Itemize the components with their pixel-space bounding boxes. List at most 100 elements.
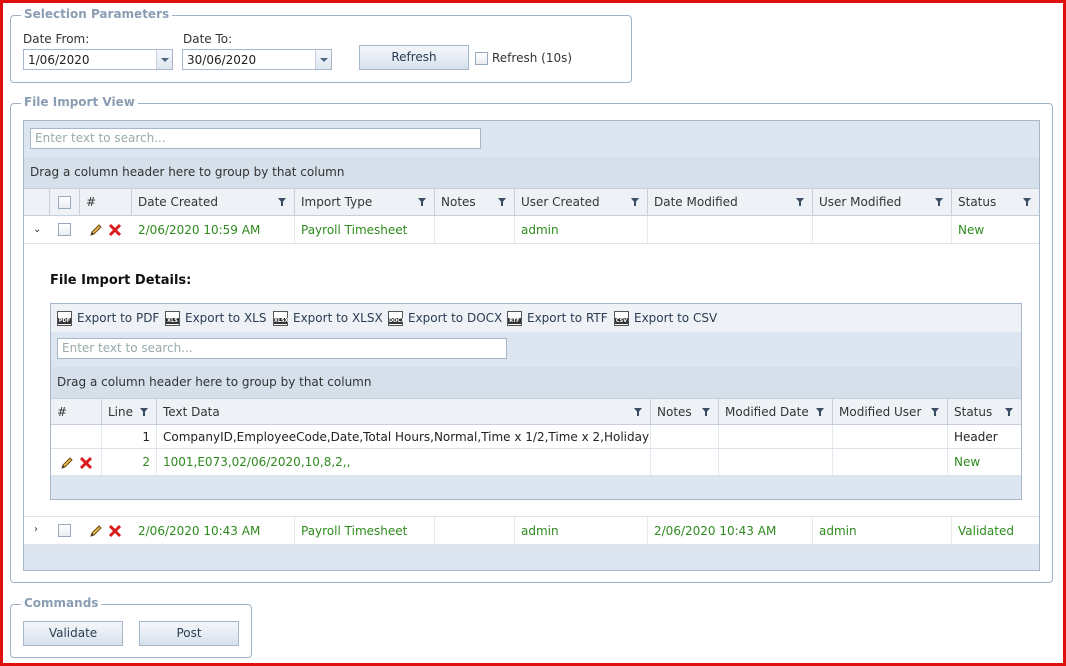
edit-pencil-icon[interactable] (89, 223, 103, 237)
xls-file-icon: XLS (165, 311, 180, 326)
filter-icon[interactable] (1023, 198, 1031, 206)
selection-parameters-legend: Selection Parameters (21, 7, 173, 21)
filter-icon[interactable] (498, 198, 506, 206)
table-row[interactable]: 1 CompanyID,EmployeeCode,Date,Total Hour… (51, 425, 1021, 449)
edit-pencil-icon[interactable] (60, 456, 74, 470)
grid-footer (24, 545, 1039, 570)
validate-button[interactable]: Validate (23, 621, 123, 646)
cell-text-data: 1001,E073,02/06/2020,10,8,2,, (157, 449, 651, 475)
header-notes[interactable]: Notes (651, 399, 719, 424)
select-all-checkbox[interactable] (58, 196, 71, 209)
edit-pencil-icon[interactable] (89, 524, 103, 538)
filter-icon[interactable] (634, 408, 642, 416)
header-text-data-label: Text Data (163, 405, 220, 419)
cell-date-modified (648, 216, 813, 243)
table-row[interactable]: 2 1001,E073,02/06/2020,10,8,2,, New (51, 449, 1021, 476)
header-number[interactable]: # (51, 399, 102, 424)
filter-icon[interactable] (140, 408, 148, 416)
export-pdf-label: Export to PDF (77, 311, 160, 325)
header-expand-cell (24, 189, 50, 215)
cell-line: 2 (102, 449, 157, 475)
xlsx-file-icon: XLSX (273, 311, 289, 326)
details-header: # Line Text Data Notes Modified Date Mod… (51, 398, 1021, 425)
row-checkbox[interactable] (58, 524, 71, 537)
date-to-label: Date To: (183, 32, 233, 46)
delete-x-icon[interactable] (79, 456, 93, 470)
filter-icon[interactable] (1005, 408, 1013, 416)
cell-user-created: admin (515, 517, 648, 544)
header-date-created[interactable]: Date Created (132, 189, 295, 215)
pdf-file-icon: PDF (57, 311, 72, 326)
export-csv-button[interactable]: CSV Export to CSV (614, 304, 717, 332)
filter-icon[interactable] (702, 408, 710, 416)
filter-icon[interactable] (418, 198, 426, 206)
export-xlsx-button[interactable]: XLSX Export to XLSX (273, 304, 383, 332)
date-to-dropdown-icon[interactable] (315, 50, 331, 69)
export-rtf-label: Export to RTF (527, 311, 608, 325)
cell-notes (651, 425, 719, 448)
date-from-value: 1/06/2020 (28, 53, 90, 67)
details-group-hint: Drag a column header here to group by th… (57, 375, 372, 389)
export-pdf-button[interactable]: PDF Export to PDF (57, 304, 159, 332)
export-xls-label: Export to XLS (185, 311, 267, 325)
header-status[interactable]: Status (952, 189, 1039, 215)
export-docx-label: Export to DOCX (408, 311, 503, 325)
date-from-dropdown-icon[interactable] (156, 50, 172, 69)
header-notes-label: Notes (657, 405, 692, 419)
date-to-field[interactable]: 30/06/2020 (182, 49, 332, 70)
header-select-cell (50, 189, 80, 215)
table-row[interactable]: ⌄ 2/06/2020 10:59 AM Payroll Timesheet a… (24, 216, 1039, 244)
cell-date-created: 2/06/2020 10:43 AM (132, 517, 295, 544)
docx-file-icon: DOCX (388, 311, 405, 326)
header-date-modified[interactable]: Date Modified (648, 189, 813, 215)
header-modified-date[interactable]: Modified Date (719, 399, 833, 424)
header-date-created-label: Date Created (138, 195, 218, 209)
cell-status: New (954, 455, 981, 469)
header-user-modified[interactable]: User Modified (813, 189, 952, 215)
details-search-input[interactable]: Enter text to search... (57, 338, 507, 359)
grid-search-input[interactable]: Enter text to search... (30, 128, 481, 149)
export-xls-button[interactable]: XLS Export to XLS (165, 304, 266, 332)
header-status[interactable]: Status (948, 399, 1021, 424)
filter-icon[interactable] (935, 198, 943, 206)
group-panel-hint: Drag a column header here to group by th… (30, 165, 345, 179)
date-from-field[interactable]: 1/06/2020 (23, 49, 173, 70)
detail-row: File Import Details: PDF Export to PDF XL… (24, 244, 1039, 517)
header-modified-date-label: Modified Date (725, 405, 809, 419)
filter-icon[interactable] (931, 408, 939, 416)
cell-notes (435, 216, 515, 243)
delete-x-icon[interactable] (108, 223, 122, 237)
refresh-button[interactable]: Refresh (359, 45, 469, 70)
header-user-created-label: User Created (521, 195, 600, 209)
collapse-chevron-icon[interactable]: ⌄ (33, 216, 41, 244)
cell-modified-user (833, 425, 948, 448)
export-rtf-button[interactable]: RTF Export to RTF (507, 304, 608, 332)
header-line[interactable]: Line (102, 399, 157, 424)
header-user-created[interactable]: User Created (515, 189, 648, 215)
post-button[interactable]: Post (139, 621, 239, 646)
filter-icon[interactable] (796, 198, 804, 206)
filter-icon[interactable] (816, 408, 824, 416)
table-row[interactable]: › 2/06/2020 10:43 AM Payroll Timesheet a… (24, 517, 1039, 545)
file-import-details-title: File Import Details: (50, 273, 192, 288)
cell-text-data: CompanyID,EmployeeCode,Date,Total Hours,… (157, 425, 651, 448)
cell-number (51, 425, 102, 448)
header-status-label: Status (954, 405, 993, 419)
header-notes-label: Notes (441, 195, 476, 209)
header-notes[interactable]: Notes (435, 189, 515, 215)
expand-chevron-icon[interactable]: › (34, 516, 38, 544)
auto-refresh-checkbox[interactable] (475, 52, 488, 65)
delete-x-icon[interactable] (108, 524, 122, 538)
csv-file-icon: CSV (614, 311, 629, 326)
export-docx-button[interactable]: DOCX Export to DOCX (388, 304, 502, 332)
header-import-type[interactable]: Import Type (295, 189, 435, 215)
header-number[interactable]: # (80, 189, 132, 215)
filter-icon[interactable] (278, 198, 286, 206)
header-text-data[interactable]: Text Data (157, 399, 651, 424)
cell-date-created: 2/06/2020 10:59 AM (132, 216, 295, 243)
details-grid: PDF Export to PDF XLS Export to XLS XLSX Ex… (50, 303, 1022, 500)
row-checkbox[interactable] (58, 223, 71, 236)
header-modified-user[interactable]: Modified User (833, 399, 948, 424)
filter-icon[interactable] (631, 198, 639, 206)
cell-import-type: Payroll Timesheet (295, 517, 435, 544)
